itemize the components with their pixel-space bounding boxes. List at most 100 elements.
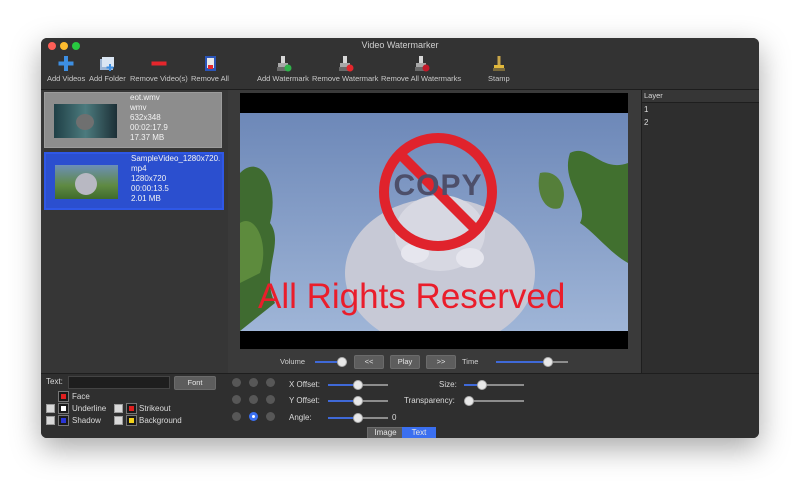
stamp-button[interactable]: Stamp xyxy=(488,55,510,83)
layer-item[interactable]: 2 xyxy=(642,116,759,129)
remove-videos-label: Remove Video(s) xyxy=(130,74,188,83)
text-label: Text: xyxy=(46,377,63,386)
strikeout-color-fill xyxy=(129,406,134,411)
play-button[interactable]: Play xyxy=(390,355,420,369)
anchor-radio[interactable] xyxy=(232,395,241,404)
background-checkbox[interactable] xyxy=(114,416,123,425)
face-label: Face xyxy=(72,392,90,401)
background-label: Background xyxy=(139,416,182,425)
volume-slider[interactable] xyxy=(315,357,347,367)
stamp-remove-all-icon xyxy=(415,56,430,72)
anchor-radio[interactable] xyxy=(266,412,275,421)
window-title: Video Watermarker xyxy=(361,40,439,50)
font-button[interactable]: Font xyxy=(174,376,216,390)
video-size: 2.01 MB xyxy=(131,194,161,203)
add-watermark-button[interactable]: Add Watermark xyxy=(257,55,309,83)
trash-list-icon xyxy=(204,56,216,71)
preview-area: COPY All Rights Reserved Volume << Play … xyxy=(228,90,641,373)
video-duration: 00:00:13.5 xyxy=(131,184,169,193)
remove-all-button[interactable]: Remove All xyxy=(191,55,229,83)
transparency-slider[interactable] xyxy=(464,396,524,406)
stamp-icon xyxy=(492,56,505,71)
title-bar: Video Watermarker xyxy=(41,38,759,53)
text-settings-panel: Text: Font Face Underline Strikeout Shad… xyxy=(41,373,759,438)
angle-label: Angle: xyxy=(289,413,312,422)
background-color-swatch[interactable] xyxy=(126,415,137,426)
toolbar: Add Videos Add Folder Remove Video(s) Re… xyxy=(41,53,759,90)
shadow-color-swatch[interactable] xyxy=(58,415,69,426)
video-frame: COPY All Rights Reserved xyxy=(240,113,628,331)
add-videos-label: Add Videos xyxy=(47,74,86,83)
add-watermark-label: Add Watermark xyxy=(257,74,309,83)
remove-watermark-label: Remove Watermark xyxy=(312,74,379,83)
layer-panel: Layer 1 2 xyxy=(641,90,759,373)
video-meta: SampleVideo_1280x720... mp4 1280x720 00:… xyxy=(131,154,221,204)
video-thumbnail xyxy=(55,165,118,199)
text-watermark[interactable]: All Rights Reserved xyxy=(258,277,565,317)
rewind-button[interactable]: << xyxy=(354,355,384,369)
video-preview[interactable]: COPY All Rights Reserved xyxy=(240,93,628,349)
add-folder-label: Add Folder xyxy=(89,74,126,83)
transparency-label: Transparency: xyxy=(404,396,455,405)
video-name: eot.wmv xyxy=(130,93,160,102)
anchor-radio-selected[interactable] xyxy=(249,412,258,421)
layer-header: Layer xyxy=(642,90,759,103)
anchor-radio[interactable] xyxy=(232,412,241,421)
video-list-item-selected[interactable]: SampleVideo_1280x720... mp4 1280x720 00:… xyxy=(44,152,224,210)
remove-videos-button[interactable]: Remove Video(s) xyxy=(130,55,188,83)
remove-watermark-button[interactable]: Remove Watermark xyxy=(312,55,378,83)
minus-icon xyxy=(151,61,167,66)
anchor-radio[interactable] xyxy=(249,395,258,404)
size-label: Size: xyxy=(439,380,457,389)
strikeout-checkbox[interactable] xyxy=(114,404,123,413)
plus-icon xyxy=(58,56,74,71)
anchor-radio[interactable] xyxy=(266,395,275,404)
copy-watermark-text: COPY xyxy=(393,169,483,202)
remove-all-watermarks-button[interactable]: Remove All Watermarks xyxy=(381,55,461,83)
add-folder-button[interactable]: Add Folder xyxy=(89,55,126,83)
anchor-radio[interactable] xyxy=(249,378,258,387)
strikeout-label: Strikeout xyxy=(139,404,171,413)
x-offset-label: X Offset: xyxy=(289,380,320,389)
add-videos-button[interactable]: Add Videos xyxy=(47,55,85,83)
text-input[interactable] xyxy=(68,376,170,389)
video-resolution: 1280x720 xyxy=(131,174,167,183)
anchor-radio[interactable] xyxy=(266,378,275,387)
remove-all-label: Remove All xyxy=(191,74,229,83)
layer-item[interactable]: 1 xyxy=(642,103,759,116)
video-name: SampleVideo_1280x720... xyxy=(131,154,221,163)
stamp-add-icon xyxy=(276,56,292,72)
y-offset-label: Y Offset: xyxy=(289,396,320,405)
underline-color-swatch[interactable] xyxy=(58,403,69,414)
strikeout-color-swatch[interactable] xyxy=(126,403,137,414)
shadow-label: Shadow xyxy=(72,416,101,425)
app-window: Video Watermarker Add Videos Add Folder … xyxy=(41,38,759,438)
underline-label: Underline xyxy=(72,404,107,413)
anchor-radio[interactable] xyxy=(232,378,241,387)
tab-text[interactable]: Text xyxy=(402,427,436,438)
folder-add-icon xyxy=(100,57,115,71)
angle-slider[interactable] xyxy=(328,413,388,423)
video-list-item[interactable]: eot.wmv wmv 632x348 00:02:17.9 17.37 MB xyxy=(44,92,222,148)
time-label: Time xyxy=(462,357,479,366)
shadow-color-fill xyxy=(61,418,66,423)
shadow-checkbox[interactable] xyxy=(46,416,55,425)
time-slider[interactable] xyxy=(496,357,568,367)
size-slider[interactable] xyxy=(464,380,524,390)
face-color-fill xyxy=(61,394,66,399)
angle-value: 0 xyxy=(392,413,397,422)
video-thumbnail xyxy=(54,104,117,138)
y-offset-slider[interactable] xyxy=(328,396,388,406)
underline-color-fill xyxy=(61,406,66,411)
video-format: wmv xyxy=(130,103,147,112)
face-color-swatch[interactable] xyxy=(58,391,69,402)
tab-image[interactable]: Image xyxy=(367,427,404,438)
remove-all-watermarks-label: Remove All Watermarks xyxy=(381,74,462,83)
forward-button[interactable]: >> xyxy=(426,355,456,369)
underline-checkbox[interactable] xyxy=(46,404,55,413)
stamp-remove-icon xyxy=(339,56,354,72)
stamp-label: Stamp xyxy=(488,74,510,83)
video-list: eot.wmv wmv 632x348 00:02:17.9 17.37 MB … xyxy=(41,90,228,373)
video-format: mp4 xyxy=(131,164,147,173)
x-offset-slider[interactable] xyxy=(328,380,388,390)
